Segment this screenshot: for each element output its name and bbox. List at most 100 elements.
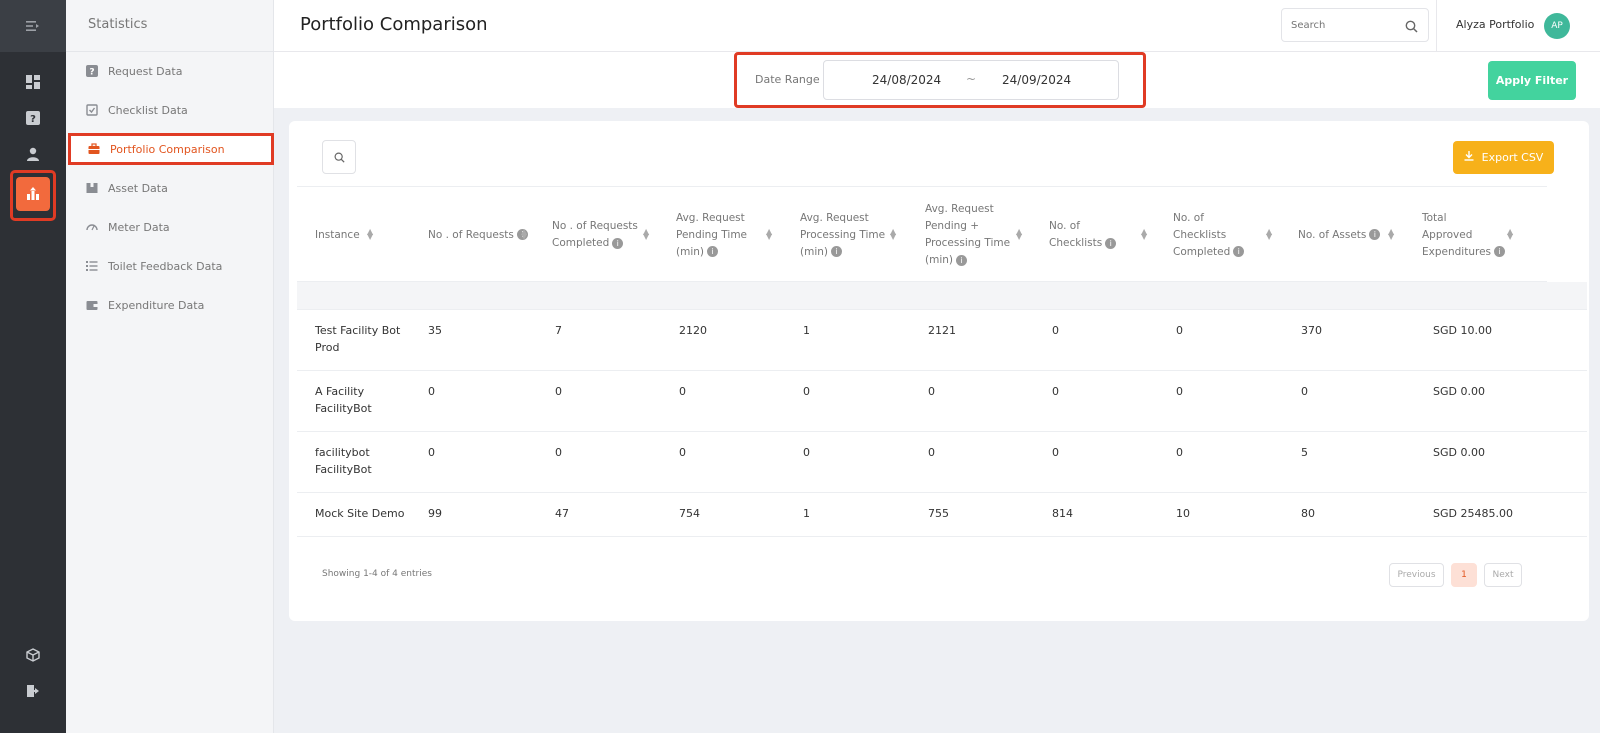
sort-icon[interactable]: ▲ ▼: [643, 228, 649, 241]
instance-cell: A Facility FacilityBot: [315, 383, 372, 417]
sidebar-item-meter-data[interactable]: Meter Data: [66, 209, 274, 245]
column-header-line: No. of: [1049, 220, 1080, 232]
column-header-line: Pending Time: [676, 228, 748, 241]
column-header[interactable]: Instance ▲ ▼: [315, 187, 373, 283]
sort-icon[interactable]: ▲ ▼: [1388, 228, 1394, 241]
table-cell: 0: [555, 385, 562, 398]
sort-icon[interactable]: ▲ ▼: [367, 228, 373, 241]
column-header[interactable]: No. of Checklists i ▲ ▼: [1049, 187, 1147, 283]
column-header[interactable]: Avg. Request Pending + Processing Time (min…: [925, 187, 1022, 283]
date-separator: ~: [966, 72, 977, 86]
info-icon[interactable]: i: [1233, 246, 1245, 257]
sidebar-item-toilet-feedback-data[interactable]: Toilet Feedback Data: [66, 248, 274, 284]
column-header-line: Avg. Request: [676, 211, 745, 224]
table-cell: 755: [928, 507, 949, 520]
sidebar-item-expenditure-data[interactable]: Expenditure Data: [66, 287, 274, 323]
info-icon[interactable]: i: [1494, 246, 1505, 257]
table-cell: 1: [803, 507, 810, 520]
next-page-button[interactable]: Next: [1484, 563, 1522, 587]
wallet-icon: [85, 299, 98, 312]
table-cell: 5: [1301, 446, 1308, 459]
results-card: Export CSV Instance ▲ ▼ No . of Requests i ▲ ▼…: [289, 121, 1589, 621]
page-1-button[interactable]: 1: [1451, 563, 1477, 587]
sidebar-item-checklist-data[interactable]: Checklist Data: [66, 92, 274, 128]
table-search-button[interactable]: [322, 140, 356, 174]
info-icon[interactable]: i: [831, 246, 842, 257]
column-header-label: Instance: [315, 227, 360, 244]
sidebar-item-label: Portfolio Comparison: [110, 142, 225, 156]
column-header-label: Avg. Request Pending Time (min) i: [676, 210, 747, 261]
sort-icon[interactable]: ▲ ▼: [1016, 228, 1022, 241]
info-icon[interactable]: i: [707, 246, 718, 257]
column-header[interactable]: No . of Requests Completed i ▲ ▼: [552, 187, 649, 283]
column-header[interactable]: Avg. Request Pending Time (min) i ▲ ▼: [676, 187, 772, 283]
table-cell: 0: [1052, 324, 1059, 337]
divider: [1436, 0, 1437, 52]
table-cell: 10: [1176, 507, 1190, 520]
user-button[interactable]: [21, 142, 45, 166]
column-header-line: Completed: [552, 237, 610, 249]
column-header-line-wrap: (min) i: [800, 244, 885, 261]
sort-icon[interactable]: ▲ ▼: [766, 228, 772, 241]
info-icon[interactable]: i: [956, 254, 967, 266]
help-button[interactable]: ?: [21, 106, 45, 130]
sidebar-item-portfolio-comparison[interactable]: Portfolio Comparison: [68, 133, 274, 165]
table-cell: 370: [1301, 324, 1322, 337]
table-cell: 0: [428, 446, 435, 459]
briefcase-icon: [87, 143, 100, 156]
column-header-line-wrap: Completed i: [552, 235, 638, 252]
sidebar-item-request-data[interactable]: ? Request Data: [66, 53, 274, 89]
sort-icon[interactable]: ▲ ▼: [1266, 228, 1272, 241]
column-header[interactable]: Total Approved Expenditures i ▲ ▼: [1422, 187, 1513, 283]
column-header[interactable]: No. of Checklists Completed i ▲ ▼: [1173, 187, 1272, 283]
top-header: Portfolio Comparison Alyza Portfolio AP: [274, 0, 1600, 52]
date-range-picker[interactable]: 24/08/2024 ~ 24/09/2024: [823, 60, 1119, 100]
column-header-label: No . of Requests Completed i: [552, 218, 638, 252]
sort-icon[interactable]: ▲ ▼: [1141, 228, 1147, 241]
column-header[interactable]: No. of Assets i ▲ ▼: [1298, 187, 1394, 283]
cube-button[interactable]: [21, 643, 45, 667]
menu-toggle-icon: [26, 21, 39, 31]
instance-line: FacilityBot: [315, 463, 372, 476]
table-header: Instance ▲ ▼ No . of Requests i ▲ ▼ No . of Req…: [297, 186, 1547, 282]
date-to[interactable]: 24/09/2024: [1002, 73, 1071, 87]
sort-icon[interactable]: ▲ ▼: [521, 228, 527, 241]
svg-text:?: ?: [89, 68, 94, 78]
column-header[interactable]: No . of Requests i ▲ ▼: [428, 187, 528, 283]
table-cell: SGD 10.00: [1433, 324, 1492, 337]
search-input[interactable]: [1291, 9, 1401, 41]
info-icon[interactable]: i: [1105, 237, 1117, 249]
sort-icon[interactable]: ▲ ▼: [890, 228, 896, 241]
instance-line: Test Facility Bot: [315, 324, 401, 337]
logout-button[interactable]: [21, 679, 45, 703]
table-cell: 1: [803, 324, 810, 337]
apply-filter-button[interactable]: Apply Filter: [1488, 61, 1576, 100]
search-icon[interactable]: [1405, 18, 1418, 37]
table-cell: 0: [1176, 324, 1183, 337]
column-header-line-wrap: Completed i: [1173, 244, 1245, 261]
export-csv-button[interactable]: Export CSV: [1453, 141, 1554, 174]
menu-toggle-button[interactable]: [0, 0, 66, 52]
column-header[interactable]: Avg. Request Processing Time (min) i ▲ ▼: [800, 187, 896, 283]
instance-cell: facilitybot FacilityBot: [315, 444, 372, 478]
previous-page-button[interactable]: Previous: [1389, 563, 1444, 587]
sort-icon[interactable]: ▲ ▼: [1507, 228, 1513, 241]
avatar[interactable]: AP: [1544, 13, 1570, 39]
statistics-button[interactable]: [16, 177, 50, 211]
user-name[interactable]: Alyza Portfolio: [1456, 18, 1534, 31]
question-icon: ?: [85, 65, 98, 78]
column-header-line: Checklists: [1049, 237, 1103, 249]
table-cell: SGD 0.00: [1433, 446, 1485, 459]
dashboard-button[interactable]: [21, 70, 45, 94]
divider: [66, 51, 274, 52]
info-icon[interactable]: i: [612, 237, 624, 249]
icon-rail: ?: [0, 0, 66, 733]
download-icon: [1464, 151, 1474, 164]
info-icon[interactable]: i: [1369, 229, 1381, 240]
instance-line: Prod: [315, 341, 340, 354]
instance-line: Mock Site Demo: [315, 507, 405, 520]
sidebar-item-asset-data[interactable]: Asset Data: [66, 170, 274, 206]
dashboard-icon: [26, 75, 40, 89]
date-from[interactable]: 24/08/2024: [872, 73, 941, 87]
table-cell: 0: [679, 385, 686, 398]
